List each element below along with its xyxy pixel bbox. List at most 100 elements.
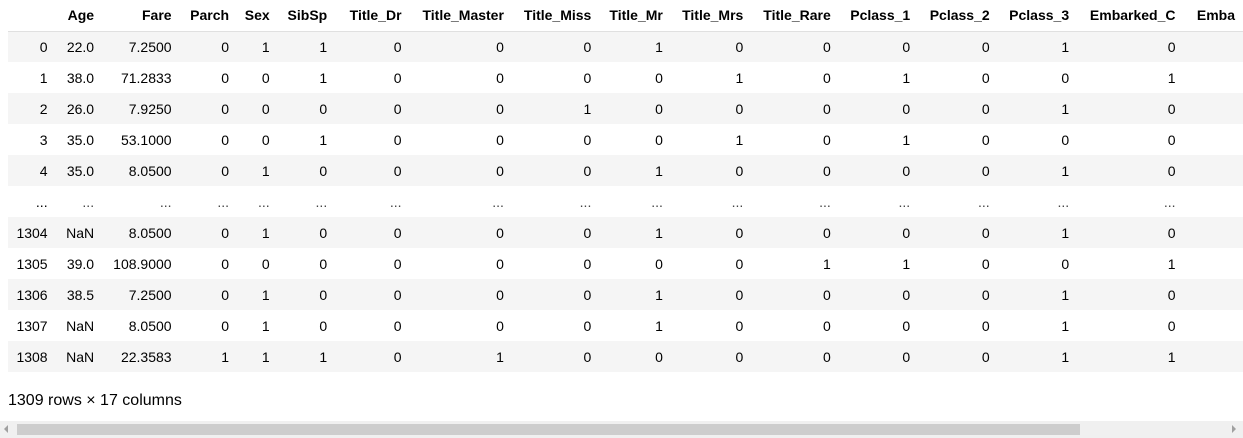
column-header: Sex <box>237 0 278 32</box>
table-cell: 0 <box>655 255 663 272</box>
table-cell: 0 <box>1167 317 1176 334</box>
table-cell <box>1184 62 1243 93</box>
table-cell: 0 <box>981 100 990 117</box>
table-cell: 22.0 <box>66 38 95 55</box>
table-cell: 108.9000 <box>113 255 172 272</box>
table-cell: 0 <box>583 224 592 241</box>
table-cell: 0 <box>496 162 504 179</box>
table-cell: NaN <box>66 317 95 334</box>
table-cell: 35.0 <box>66 162 95 179</box>
table-cell: ... <box>819 193 831 210</box>
table-cell: ... <box>651 193 663 210</box>
table-cell: 0 <box>583 131 592 148</box>
column-header: Emba <box>1183 0 1243 32</box>
column-header: Embarked_C <box>1077 0 1184 32</box>
table-cell: 1 <box>261 348 270 365</box>
table-row: 4 35.0 8.0500 0 1 0 0 0 0 1 0 0 0 0 1 0 <box>8 155 1243 186</box>
table-row: 1305 39.0 108.9000 0 0 0 0 0 0 0 0 1 1 0 0 1 <box>8 248 1243 279</box>
table-cell: 1 <box>735 69 744 86</box>
column-header: Age <box>55 0 103 32</box>
horizontal-scrollbar[interactable] <box>0 421 1243 438</box>
table-cell: 0 <box>1167 38 1176 55</box>
table-cell: 0 <box>902 38 911 55</box>
table-cell: 0 <box>735 286 744 303</box>
table-cell: 0 <box>496 255 504 272</box>
row-index: 1308 <box>16 348 48 365</box>
table-cell: 1 <box>261 162 270 179</box>
table-cell: 0 <box>735 162 744 179</box>
table-cell: 1 <box>261 286 270 303</box>
table-cell: 0 <box>583 286 592 303</box>
column-header: Parch <box>179 0 238 32</box>
table-cell: 0 <box>496 69 504 86</box>
table-cell <box>1184 248 1243 279</box>
scroll-left-arrow-icon[interactable] <box>4 425 8 433</box>
table-cell: 0 <box>822 69 831 86</box>
table-cell: 0 <box>319 286 328 303</box>
table-cell: 0 <box>221 100 230 117</box>
table-cell: 0 <box>655 131 663 148</box>
row-index: 1307 <box>16 317 48 334</box>
index-header <box>8 0 56 32</box>
table-cell: 0 <box>735 224 744 241</box>
row-index: 0 <box>39 38 48 55</box>
table-cell: 0 <box>261 255 270 272</box>
table-cell: 0 <box>822 224 831 241</box>
table-row: 1 38.0 71.2833 0 0 1 0 0 0 0 1 0 1 0 0 1 <box>8 62 1243 93</box>
table-cell: 0 <box>822 317 831 334</box>
scrollbar-thumb[interactable] <box>17 424 1080 435</box>
table-cell: 1 <box>735 131 744 148</box>
dataframe-shape-text: 1309 rows × 17 columns <box>8 392 182 409</box>
table-cell: 1 <box>655 224 663 241</box>
table-cell: 0 <box>319 224 328 241</box>
table-cell: 1 <box>1167 255 1176 272</box>
table-cell: 1 <box>1061 224 1070 241</box>
table-cell: 0 <box>1061 69 1070 86</box>
table-cell: ... <box>579 193 592 210</box>
table-cell: 1 <box>261 38 270 55</box>
scroll-right-arrow-icon[interactable] <box>1232 425 1236 433</box>
table-cell: 0 <box>1167 100 1176 117</box>
table-cell: 1 <box>1167 348 1176 365</box>
table-cell <box>1184 186 1243 217</box>
table-cell: 1 <box>583 100 592 117</box>
table-cell: 8.0500 <box>128 224 172 241</box>
table-cell: 0 <box>822 348 831 365</box>
table-cell: 0 <box>981 348 990 365</box>
column-header: Title_Mrs <box>670 0 752 32</box>
column-header: Pclass_2 <box>918 0 998 32</box>
table-cell: 0 <box>655 100 663 117</box>
table-cell: 1 <box>1167 69 1176 86</box>
table-cell: 8.0500 <box>128 317 172 334</box>
table-cell <box>1184 31 1243 62</box>
table-cell: 0 <box>261 131 270 148</box>
table-cell: 0 <box>221 162 230 179</box>
table-cell: 0 <box>393 286 402 303</box>
table-cell: 0 <box>583 255 592 272</box>
table-cell: 0 <box>822 162 831 179</box>
table-cell: 0 <box>261 69 270 86</box>
column-header: Pclass_1 <box>838 0 919 32</box>
column-header: Fare <box>102 0 180 32</box>
table-cell: ... <box>258 193 270 210</box>
table-cell: 1 <box>1061 286 1070 303</box>
table-cell: 0 <box>221 317 230 334</box>
table-cell: 0 <box>221 224 230 241</box>
table-cell: NaN <box>66 224 95 241</box>
table-cell: ... <box>731 193 744 210</box>
column-header: Title_Mr <box>599 0 671 32</box>
table-cell: 0 <box>319 162 328 179</box>
table-cell: 0 <box>1167 162 1176 179</box>
table-cell <box>1184 155 1243 186</box>
table-cell: 1 <box>319 348 328 365</box>
row-index: ... <box>35 193 48 210</box>
table-cell: 0 <box>735 317 744 334</box>
table-cell: 1 <box>1061 38 1070 55</box>
table-cell: ... <box>492 193 504 210</box>
table-cell: 8.0500 <box>128 162 172 179</box>
table-cell: 0 <box>221 255 230 272</box>
table-cell: 0 <box>655 69 663 86</box>
table-row: 1308 NaN 22.3583 1 1 1 0 1 0 0 0 0 0 0 1 1 <box>8 341 1243 372</box>
table-cell: 0 <box>393 255 402 272</box>
table-cell: 0 <box>902 224 911 241</box>
